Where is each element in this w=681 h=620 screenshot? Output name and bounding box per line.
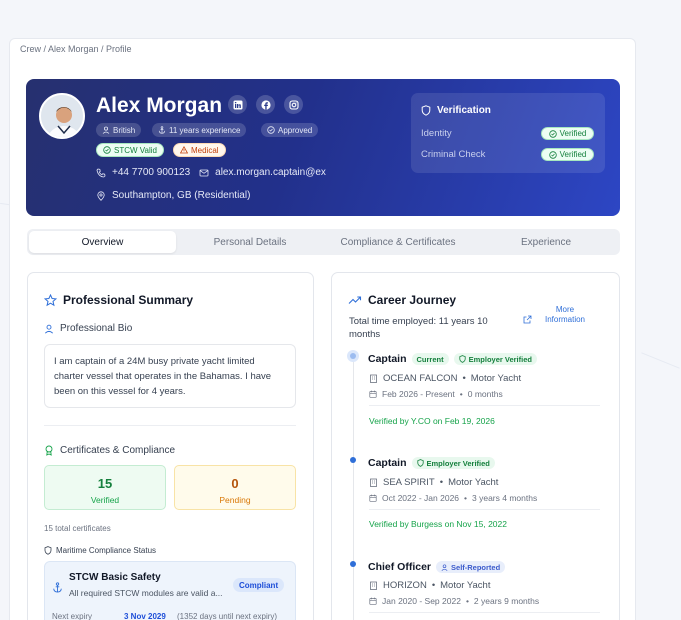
employer-verified-badge: Employer Verified bbox=[453, 353, 537, 365]
external-link-icon[interactable] bbox=[523, 311, 532, 329]
verification-title: Verification bbox=[421, 105, 491, 116]
career-journey-title: Career Journey bbox=[348, 293, 456, 307]
criminal-check-label: Criminal Check bbox=[421, 149, 486, 160]
user-icon bbox=[102, 126, 110, 134]
total-employed: Total time employed: 11 years 10 months bbox=[349, 316, 488, 340]
job-2-vessel: SEA SPIRIT • Motor Yacht bbox=[369, 477, 498, 488]
timeline-dot bbox=[350, 457, 356, 463]
job-1-vessel: OCEAN FALCON • Motor Yacht bbox=[369, 373, 521, 384]
bio-text: I am captain of a 24M busy private yacht… bbox=[44, 344, 296, 408]
professional-summary-title: Professional Summary bbox=[44, 293, 193, 307]
medical-badge: Medical bbox=[173, 143, 226, 157]
user-icon bbox=[44, 324, 54, 334]
tab-overview[interactable]: Overview bbox=[29, 231, 176, 253]
next-expiry-days: (1352 days until next expiry) bbox=[177, 612, 278, 620]
job-2-verified-by: Verified by Burgess on Nov 15, 2022 bbox=[369, 519, 507, 529]
pending-label: Pending bbox=[219, 495, 251, 505]
award-icon bbox=[45, 445, 53, 456]
tab-personal-details[interactable]: Personal Details bbox=[176, 229, 324, 255]
tab-experience[interactable]: Experience bbox=[472, 229, 620, 255]
verified-label: Verified bbox=[90, 495, 120, 505]
shield-icon bbox=[459, 355, 466, 363]
pending-count: 0 bbox=[231, 476, 239, 491]
user-icon bbox=[441, 563, 448, 571]
linkedin-icon[interactable] bbox=[228, 95, 247, 114]
stcw-badge: STCW Valid bbox=[96, 143, 164, 157]
check-circle-icon bbox=[103, 146, 111, 154]
calendar-icon bbox=[369, 390, 377, 398]
location-pin-icon bbox=[97, 190, 105, 201]
calendar-icon bbox=[369, 494, 377, 502]
stcw-title: STCW Basic Safety bbox=[69, 572, 161, 583]
facebook-icon[interactable] bbox=[256, 95, 275, 114]
calendar-icon bbox=[369, 597, 377, 605]
job-1-dates: Feb 2026 - Present • 0 months bbox=[369, 389, 503, 399]
job-3-title: Chief Officer Self-Reported bbox=[368, 561, 506, 573]
compliant-badge: Compliant bbox=[233, 578, 285, 592]
pending-stat: 0 Pending bbox=[174, 465, 296, 510]
email-text[interactable]: alex.morgan.captain@ex bbox=[215, 167, 326, 178]
profile-name: Alex Morgan bbox=[96, 94, 223, 117]
criminal-check-verified-badge: Verified bbox=[541, 148, 594, 161]
total-certificates: 15 total certificates bbox=[44, 524, 111, 533]
verified-count: 15 bbox=[97, 476, 113, 491]
current-badge: Current bbox=[411, 353, 449, 365]
nationality-badge: British bbox=[96, 123, 142, 137]
profile-tabs: Overview Personal Details Compliance & C… bbox=[27, 229, 620, 255]
shield-icon bbox=[421, 105, 431, 116]
divider bbox=[44, 425, 296, 426]
job-2-dates: Oct 2022 - Jan 2026 • 3 years 4 months bbox=[369, 493, 537, 503]
warning-icon bbox=[180, 146, 188, 154]
check-circle-icon bbox=[548, 150, 557, 159]
status-badge: Approved bbox=[261, 123, 319, 137]
tab-compliance[interactable]: Compliance & Certificates bbox=[324, 229, 472, 255]
identity-label: Identity bbox=[421, 128, 452, 139]
building-icon bbox=[370, 581, 377, 590]
phone-icon bbox=[96, 168, 106, 177]
building-icon bbox=[370, 478, 377, 487]
more-information-link[interactable]: More Information bbox=[537, 305, 593, 325]
location-line: Southampton, GB (Residential) bbox=[96, 190, 250, 201]
job-1-verified-by: Verified by Y.CO on Feb 19, 2026 bbox=[369, 416, 495, 426]
star-icon bbox=[44, 293, 57, 306]
stcw-description: All required STCW modules are valid a... bbox=[69, 588, 223, 598]
timeline-line bbox=[353, 360, 354, 620]
certificates-label: Certificates & Compliance bbox=[44, 445, 175, 456]
job-3-vessel: HORIZON • Motor Yacht bbox=[369, 580, 490, 591]
next-expiry-label: Next expiry bbox=[52, 612, 93, 620]
job-3-dates: Jan 2020 - Sep 2022 • 2 years 9 months bbox=[369, 596, 539, 606]
trending-up-icon bbox=[348, 296, 362, 304]
breadcrumb[interactable]: Crew / Alex Morgan / Profile bbox=[20, 44, 132, 54]
check-circle-icon bbox=[267, 126, 275, 134]
anchor-icon bbox=[158, 126, 166, 134]
avatar bbox=[39, 93, 85, 139]
mail-icon bbox=[199, 169, 209, 176]
timeline-dot bbox=[350, 561, 356, 567]
check-circle-icon bbox=[548, 129, 557, 138]
contact-line: +44 7700 900123 alex.morgan.captain@ex bbox=[96, 167, 326, 178]
employer-verified-badge: Employer Verified bbox=[411, 457, 495, 469]
shield-icon bbox=[416, 459, 424, 467]
job-1-title: Captain Current Employer Verified bbox=[368, 353, 537, 365]
verified-stat: 15 Verified bbox=[44, 465, 166, 510]
shield-icon bbox=[44, 546, 52, 555]
identity-verified-badge: Verified bbox=[541, 127, 594, 140]
self-reported-badge: Self-Reported bbox=[436, 561, 506, 573]
bio-label: Professional Bio bbox=[44, 323, 132, 334]
job-2-title: Captain Employer Verified bbox=[368, 457, 495, 469]
experience-badge: 11 years experience bbox=[152, 123, 247, 137]
maritime-compliance-label: Maritime Compliance Status bbox=[44, 546, 156, 555]
phone-text[interactable]: +44 7700 900123 bbox=[112, 167, 190, 178]
next-expiry-date: 3 Nov 2029 bbox=[124, 612, 166, 620]
anchor-icon bbox=[52, 580, 63, 598]
instagram-icon[interactable] bbox=[284, 95, 303, 114]
building-icon bbox=[370, 374, 377, 383]
